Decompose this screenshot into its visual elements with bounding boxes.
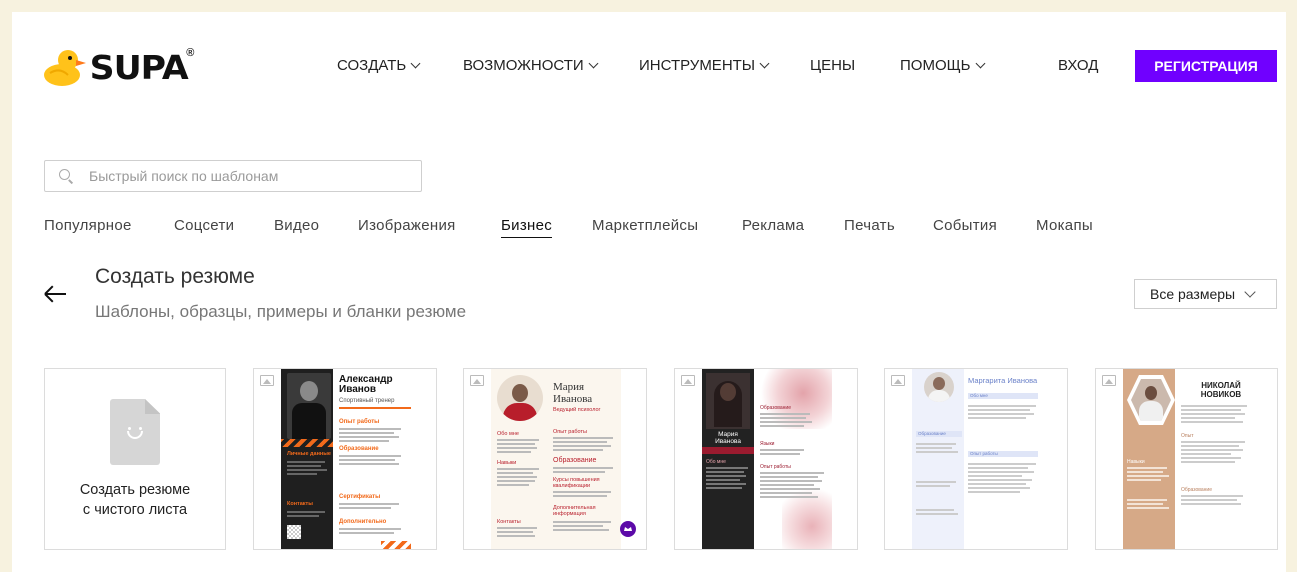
nav-features-label: ВОЗМОЖНОСТИ [463,57,584,74]
blank-card-line2: с чистого листа [82,502,188,518]
tab-events[interactable]: События [933,217,997,237]
section-title: Сертификаты [339,494,381,500]
blank-card-line1: Создать резюме [79,482,191,498]
template-preview: Мария Иванова Обо мне Образование Языки … [702,369,832,549]
portrait-photo [706,373,750,429]
chevron-down-icon [759,58,770,69]
premium-crown-icon [620,521,636,537]
template-card[interactable]: Маргарита Иванова Обо мне Образование Оп… [884,368,1068,550]
tab-video[interactable]: Видео [274,217,319,237]
image-icon [260,375,274,386]
chevron-down-icon [975,58,985,69]
template-card[interactable]: Александр Иванов Спортивный тренер Опыт … [253,368,437,550]
template-name: Мария Иванова [715,431,741,445]
template-preview: Александр Иванов Спортивный тренер Опыт … [281,369,411,549]
section-title: Контакты [497,519,521,525]
search-icon [59,169,74,184]
section-title: Контакты [287,501,313,507]
portrait-photo [497,375,543,421]
section-title: Опыт [1181,433,1194,439]
search-input[interactable] [89,168,409,184]
template-name: НИКОЛАЙ НОВИКОВ [1200,381,1242,399]
duck-logo-icon [44,50,86,86]
tab-images[interactable]: Изображения [358,217,456,237]
section-title: Навыки [497,460,517,466]
blank-card-label: Создать резюме с чистого листа [45,480,225,520]
blank-document-icon [110,399,160,465]
chevron-down-icon [1244,286,1256,298]
section-title: Образование [553,457,597,464]
qr-code-icon [287,525,301,539]
page-title: Создать резюме [95,265,255,288]
brand-name: SUPA [89,47,189,87]
section-title: Дополнительная информация [553,505,596,517]
nav-create-label: СОЗДАТЬ [337,57,407,74]
section-title: Опыт работы [970,451,998,456]
section-title: Образование [339,446,379,452]
page-subtitle: Шаблоны, образцы, примеры и бланки резюм… [95,302,467,321]
section-title: Обо мне [970,393,988,398]
nav-help[interactable]: ПОМОЩЬ [900,57,985,74]
back-arrow-icon[interactable] [44,282,68,306]
template-card[interactable]: Мария Иванова Ведущий психолог Обо мне Н… [463,368,647,550]
template-preview: Маргарита Иванова Обо мне Образование Оп… [912,369,1042,549]
template-search[interactable] [44,160,422,192]
size-filter-dropdown[interactable]: Все размеры [1134,279,1277,309]
section-title: Опыт работы [553,429,587,435]
brand-registered-mark: ® [186,47,195,59]
section-title: Обо мне [497,431,519,437]
portrait-photo [287,373,331,439]
tab-ads[interactable]: Реклама [742,217,804,237]
image-icon [681,375,695,386]
section-title: Обо мне [706,459,726,465]
page: SUPA ® СОЗДАТЬ ВОЗМОЖНОСТИ ИНСТРУМЕНТЫ Ц… [12,12,1286,572]
tab-print[interactable]: Печать [844,217,895,237]
section-title: Дополнительно [339,519,387,525]
template-role: Спортивный тренер [339,398,395,404]
nav-create[interactable]: СОЗДАТЬ [337,57,421,74]
image-icon [1102,375,1116,386]
login-link[interactable]: ВХОД [1058,57,1098,74]
section-title: Личные данные [287,451,331,457]
size-filter-value: Все размеры [1150,286,1236,302]
template-card[interactable]: НИКОЛАЙ НОВИКОВ Опыт Образование Навыки [1095,368,1278,550]
template-role: Ведущий психолог [553,407,601,413]
section-title: Курсы повышения квалификации [553,477,600,489]
tab-mockups[interactable]: Мокапы [1036,217,1093,237]
nav-pricing-label: ЦЕНЫ [810,57,856,74]
image-icon [470,375,484,386]
section-title: Образование [1181,487,1212,493]
template-preview: Мария Иванова Ведущий психолог Обо мне Н… [491,369,621,549]
chevron-down-icon [588,58,599,69]
template-name: Мария Иванова [553,381,593,405]
tab-business[interactable]: Бизнес [501,217,553,238]
section-title: Языки [760,441,775,447]
image-icon [891,375,905,386]
section-title: Образование [760,405,791,411]
brand-logo[interactable]: SUPA ® [42,47,194,87]
blank-template-card[interactable]: Создать резюме с чистого листа [44,368,226,550]
template-name: Маргарита Иванова [968,376,1038,385]
template-name: Александр Иванов [339,374,393,395]
section-title: Навыки [1127,459,1145,465]
section-title: Опыт работы [339,419,380,425]
section-title: Образование [918,431,946,436]
nav-features[interactable]: ВОЗМОЖНОСТИ [463,57,599,74]
nav-tools[interactable]: ИНСТРУМЕНТЫ [639,57,770,74]
tab-social[interactable]: Соцсети [174,217,234,237]
nav-pricing[interactable]: ЦЕНЫ [810,57,855,74]
template-preview: НИКОЛАЙ НОВИКОВ Опыт Образование Навыки [1123,369,1253,549]
nav-tools-label: ИНСТРУМЕНТЫ [639,57,756,74]
nav-help-label: ПОМОЩЬ [900,57,971,74]
portrait-photo [924,372,954,402]
chevron-down-icon [410,58,421,69]
template-card[interactable]: Мария Иванова Обо мне Образование Языки … [674,368,858,550]
tab-popular[interactable]: Популярное [44,217,132,237]
section-title: Опыт работы [760,464,791,470]
tab-marketplaces[interactable]: Маркетплейсы [592,217,698,237]
register-button[interactable]: РЕГИСТРАЦИЯ [1135,50,1277,82]
